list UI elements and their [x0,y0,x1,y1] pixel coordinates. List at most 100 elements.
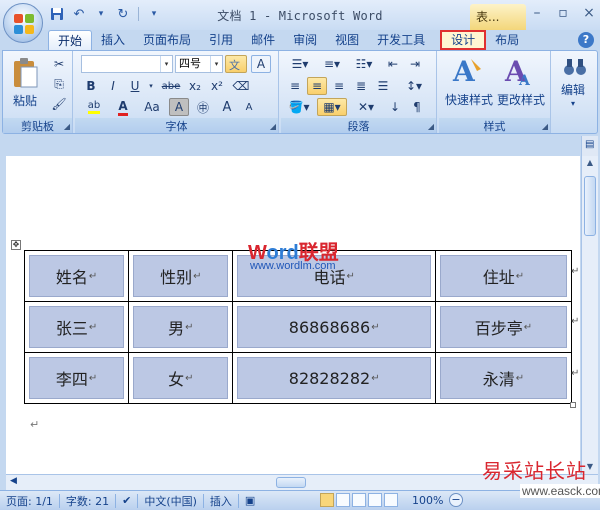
help-icon[interactable]: ? [578,32,594,48]
change-styles-button[interactable]: A A 更改样式 [495,55,547,115]
text-highlight-icon[interactable]: ab [81,98,107,116]
word-count[interactable]: 字数: 21 [60,493,115,509]
copy-icon[interactable]: ⎘ [49,75,69,93]
underline-button[interactable]: U [125,77,145,95]
show-hide-marks-icon[interactable]: ¶ [407,98,427,116]
styles-launcher-icon[interactable]: ◢ [542,122,548,131]
scroll-up-icon[interactable]: ▲ [582,156,598,170]
vertical-scrollbar[interactable]: ▲ ▼ [581,156,598,474]
tab-insert[interactable]: 插入 [92,30,134,50]
increase-indent-icon[interactable]: ⇥ [405,55,425,73]
cell-text: 张三 [55,319,88,338]
table-cell[interactable]: 永清 ↵ [434,352,573,404]
superscript-button[interactable]: x² [207,77,227,95]
zoom-out-icon[interactable]: − [449,493,463,507]
scroll-left-icon[interactable]: ◀ [10,476,17,486]
horizontal-scroll-thumb[interactable] [276,477,306,488]
line-spacing-icon[interactable]: ↕▾ [399,77,429,95]
vertical-scroll-thumb[interactable] [584,176,596,236]
tab-design[interactable]: 设计 [440,30,487,50]
enclose-characters-icon[interactable]: ㊥ [193,98,213,116]
numbering-icon[interactable]: ≡▾ [317,55,347,73]
maximize-button[interactable]: ▫ [556,5,570,21]
macro-record-icon[interactable]: ▣ [239,494,261,507]
font-name-combo[interactable]: ▾ [81,55,173,73]
tab-mailings[interactable]: 邮件 [242,30,284,50]
font-size-value: 四号 [179,57,201,70]
font-launcher-icon[interactable]: ◢ [270,122,276,131]
align-center-icon[interactable]: ≡ [307,77,327,95]
strikethrough-button[interactable]: abe [159,77,183,95]
table-cell[interactable]: 男 ↵ [128,301,234,353]
table-cell[interactable]: 性别 ↵ [128,250,234,302]
grow-font-button[interactable]: A [217,98,237,116]
tab-page-layout[interactable]: 页面布局 [134,30,200,50]
table-cell[interactable]: 女 ↵ [128,352,234,404]
editing-button[interactable]: 编辑 ▾ [557,55,593,115]
align-left-icon[interactable]: ≡ [285,77,305,95]
draft-view-icon[interactable] [384,493,398,507]
web-layout-view-icon[interactable] [352,493,366,507]
bullets-icon[interactable]: ☰▾ [285,55,315,73]
subscript-button[interactable]: x₂ [185,77,205,95]
character-shading-button[interactable]: A [169,98,189,116]
table-cell[interactable]: 86868686 ↵ [232,301,436,353]
shrink-font-button[interactable]: A [239,98,259,116]
sort-icon[interactable]: ↓ [385,98,405,116]
shading-icon[interactable]: 🪣▾ [285,98,313,116]
justify-icon[interactable]: ≣ [351,77,371,95]
office-button[interactable] [3,3,43,43]
distributed-icon[interactable]: ☰ [373,77,393,95]
phonetic-guide-icon[interactable]: 文 [225,55,247,73]
proofing-icon[interactable]: ✔ [116,494,137,507]
table-cell[interactable]: 82828282 ↵ [232,352,436,404]
paragraph-launcher-icon[interactable]: ◢ [428,122,434,131]
close-button[interactable]: × [582,5,596,21]
character-border-icon[interactable]: A [251,55,271,73]
table-cell[interactable]: 百步亭 ↵ [434,301,573,353]
tab-view[interactable]: 视图 [326,30,368,50]
ribbon: 粘贴 ✂ ⎘ 🖌 剪贴板 ◢ ▾ 四号 ▾ 文 A B I U ▾ abe x₂ … [2,50,598,134]
table-cell[interactable]: 姓名 ↵ [23,250,130,302]
zoom-level[interactable]: 100% [412,494,443,507]
format-painter-icon[interactable]: 🖌 [49,95,69,113]
decrease-indent-icon[interactable]: ⇤ [383,55,403,73]
tab-references[interactable]: 引用 [200,30,242,50]
tab-home[interactable]: 开始 [48,30,93,50]
paste-button[interactable]: 粘贴 [9,55,43,115]
borders-icon[interactable]: ▦▾ [317,98,347,116]
bold-button[interactable]: B [81,77,101,95]
clear-formatting-icon[interactable]: ⌫ [231,77,251,95]
insert-mode-indicator[interactable]: 插入 [204,493,238,509]
italic-button[interactable]: I [103,77,123,95]
chinese-layout-icon[interactable]: ✕▾ [351,98,381,116]
print-layout-view-icon[interactable] [320,493,334,507]
font-size-combo[interactable]: 四号 ▾ [175,55,223,73]
table-cell[interactable]: 住址 ↵ [434,250,573,302]
table-move-handle[interactable]: ✥ [11,240,21,250]
change-styles-icon: A A [504,55,531,87]
tab-review[interactable]: 审阅 [284,30,326,50]
table-cell[interactable]: 李四 ↵ [23,352,130,404]
align-right-icon[interactable]: ≡ [329,77,349,95]
cut-icon[interactable]: ✂ [49,55,69,73]
quick-styles-button[interactable]: A 快速样式 [443,55,493,115]
multilevel-list-icon[interactable]: ☷▾ [349,55,379,73]
tab-layout[interactable]: 布局 [486,30,528,50]
change-case-button[interactable]: Aa [139,98,165,116]
underline-dropdown-icon[interactable]: ▾ [145,77,157,95]
table-cell[interactable]: 张三 ↵ [23,301,130,353]
font-name-dropdown-icon[interactable]: ▾ [160,56,172,72]
table-row: 李四 ↵ 女 ↵ 82828282 ↵ 永清 ↵ [23,352,573,404]
clipboard-launcher-icon[interactable]: ◢ [64,122,70,131]
full-screen-reading-view-icon[interactable] [336,493,350,507]
font-size-dropdown-icon[interactable]: ▾ [210,56,222,72]
minimize-button[interactable]: – [530,5,544,21]
outline-view-icon[interactable] [368,493,382,507]
tab-developer[interactable]: 开发工具 [368,30,434,50]
view-ruler-icon[interactable]: ▤ [585,139,594,150]
table-resize-handle[interactable] [570,402,576,408]
font-color-icon[interactable]: A [111,98,135,116]
language-indicator[interactable]: 中文(中国) [138,493,203,509]
page-count[interactable]: 页面: 1/1 [0,493,59,509]
